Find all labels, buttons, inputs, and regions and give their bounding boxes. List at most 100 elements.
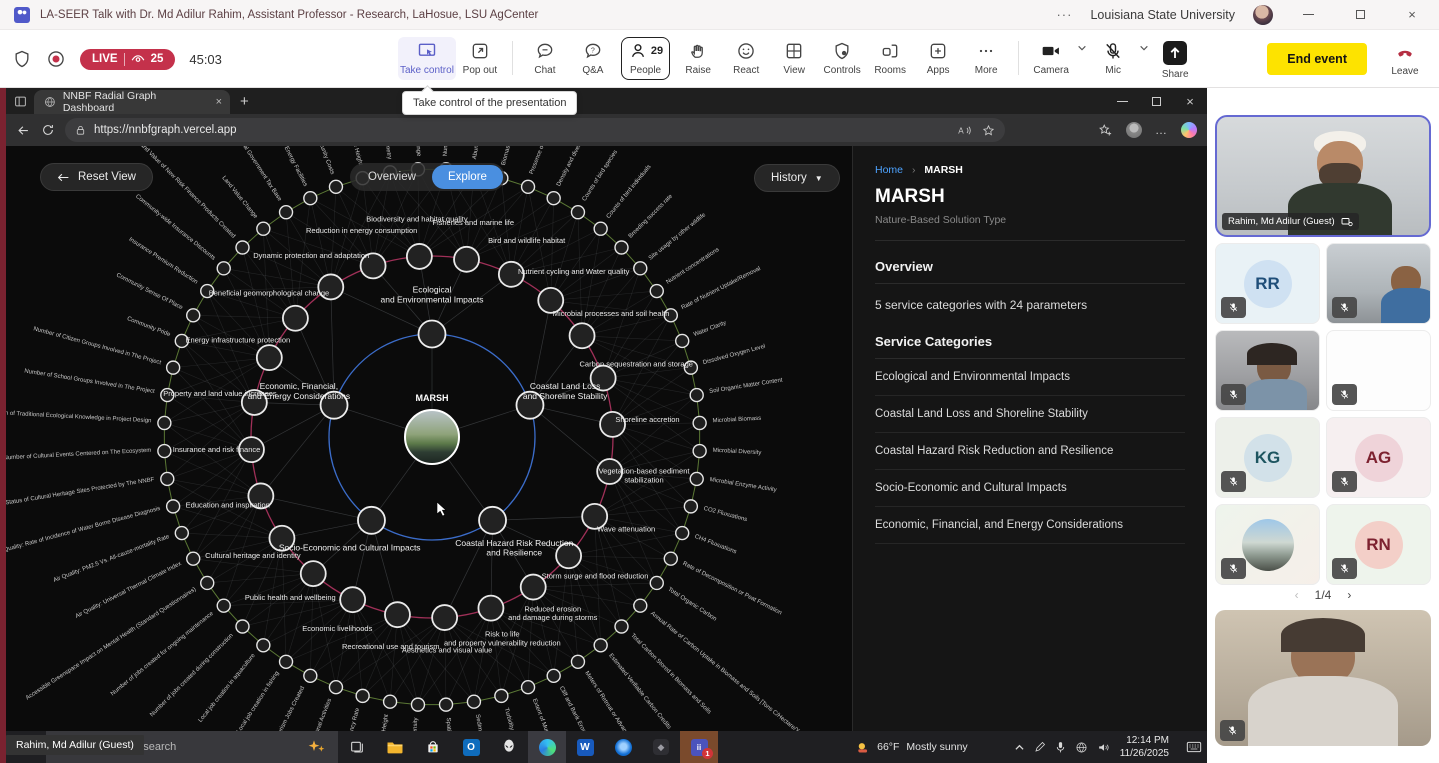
tray-chevron-icon[interactable] [1014, 743, 1025, 752]
clock-time: 12:14 PM [1120, 734, 1169, 748]
pager-next-icon[interactable]: › [1347, 588, 1351, 602]
reset-view-button[interactable]: Reset View [40, 163, 153, 191]
pen-icon[interactable] [1034, 741, 1046, 753]
active-speaker-tile[interactable]: Rahim, Md Adilur (Guest) [1215, 115, 1431, 237]
explore-tab[interactable]: Explore [432, 165, 503, 189]
svg-text:A: A [958, 126, 964, 135]
presenter-name-toast: Rahim, Md Adilur (Guest) [6, 735, 144, 755]
leave-button[interactable]: Leave [1381, 38, 1429, 81]
dark-app-icon[interactable]: ◆ [642, 731, 680, 763]
participant-video-tile[interactable] [1215, 330, 1320, 411]
tab-actions-icon[interactable] [6, 95, 34, 108]
favorites-bar-icon[interactable] [1098, 123, 1113, 138]
participant-video-tile[interactable] [1326, 243, 1431, 324]
recording-icon[interactable] [46, 49, 66, 69]
svg-text:Reduced erosionand damage duri: Reduced erosionand damage during storms [508, 605, 597, 623]
touch-keyboard-icon[interactable] [1181, 731, 1207, 763]
participant-tile[interactable] [1326, 330, 1431, 411]
participant-initials: KG [1244, 434, 1292, 482]
browser-tab[interactable]: NNBF Radial Graph Dashboard × [34, 90, 230, 114]
refresh-icon[interactable] [41, 123, 55, 137]
pager-prev-icon[interactable]: ‹ [1295, 588, 1299, 602]
new-tab-button[interactable]: + [240, 93, 249, 110]
user-avatar[interactable] [1253, 5, 1273, 25]
mouse-cursor [437, 502, 446, 516]
radial-graph-canvas[interactable]: Reset View Overview Explore History ▼ Nu… [6, 146, 852, 731]
svg-text:Microbial Enzyme Activity: Microbial Enzyme Activity [709, 477, 777, 494]
svg-text:Nearshore Bathymetry Change: Nearshore Bathymetry Change [411, 146, 421, 157]
history-button[interactable]: History ▼ [754, 164, 840, 192]
outlook-icon[interactable]: O [452, 731, 490, 763]
copilot-icon[interactable] [1181, 122, 1197, 138]
raise-hand-button[interactable]: Raise [674, 37, 722, 80]
category-item[interactable]: Economic, Financial, and Energy Consider… [875, 507, 1185, 544]
address-bar[interactable]: https://nnbfgraph.vercel.app A [65, 118, 1005, 142]
category-item[interactable]: Coastal Land Loss and Shoreline Stabilit… [875, 396, 1185, 433]
overview-tab[interactable]: Overview [352, 165, 432, 189]
svg-text:Coastal Land Lossand Shoreline: Coastal Land Lossand Shoreline Stability [523, 381, 608, 401]
rooms-button[interactable]: Rooms [866, 37, 914, 80]
panel-subtitle: Nature-Based Solution Type [875, 214, 1185, 241]
qa-button[interactable]: ? Q&A [569, 37, 617, 80]
view-button[interactable]: View [770, 37, 818, 80]
camera-chevron-icon[interactable] [1077, 43, 1087, 53]
svg-text:Inclusion of Traditional Ecolo: Inclusion of Traditional Ecological Know… [6, 410, 152, 425]
bottom-video-tile[interactable] [1215, 610, 1431, 746]
url-text: https://nnbfgraph.vercel.app [94, 124, 237, 136]
browser-close-button[interactable]: × [1173, 89, 1207, 113]
restore-button[interactable] [1343, 3, 1377, 27]
category-item[interactable]: Ecological and Environmental Impacts [875, 359, 1185, 396]
minimize-button[interactable] [1291, 3, 1325, 27]
tray-mic-icon[interactable] [1055, 741, 1066, 754]
participant-avatar-tile[interactable] [1215, 504, 1320, 585]
titlebar-more-icon[interactable]: ··· [1056, 7, 1072, 22]
edge-icon[interactable] [528, 731, 566, 763]
weather-widget[interactable]: 66°F Mostly sunny [855, 740, 968, 755]
controls-button[interactable]: Controls [818, 37, 866, 80]
participant-tile[interactable]: RN [1326, 504, 1431, 585]
chat-button[interactable]: Chat [521, 37, 569, 80]
browser-more-icon[interactable]: … [1155, 123, 1168, 137]
browser-restore-button[interactable] [1139, 89, 1173, 113]
mic-button[interactable]: Mic [1089, 37, 1137, 80]
svg-text:Dynamic protection and adaptat: Dynamic protection and adaptation [253, 251, 369, 260]
participant-grid: RR KG AG RN [1215, 243, 1431, 585]
share-button[interactable]: Share [1151, 37, 1199, 84]
take-control-button[interactable]: Take control [398, 37, 456, 80]
participant-tile[interactable]: KG [1215, 417, 1320, 498]
webex-icon[interactable] [604, 731, 642, 763]
volume-icon[interactable] [1097, 741, 1110, 754]
meeting-title: LA-SEER Talk with Dr. Md Adilur Rahim, A… [40, 9, 538, 21]
end-event-button[interactable]: End event [1267, 43, 1367, 75]
back-icon[interactable] [16, 123, 31, 138]
taskbar-clock[interactable]: 12:14 PM 11/26/2025 [1120, 734, 1169, 761]
participant-tile[interactable]: RR [1215, 243, 1320, 324]
people-button[interactable]: 29 People [621, 37, 670, 80]
ms-store-icon[interactable] [414, 731, 452, 763]
read-aloud-icon[interactable]: A [957, 124, 972, 137]
svg-text:Community Sense Of Place: Community Sense Of Place [115, 272, 184, 311]
camera-button[interactable]: Camera [1027, 37, 1075, 80]
category-item[interactable]: Socio-Economic and Cultural Impacts [875, 470, 1185, 507]
browser-minimize-button[interactable] [1105, 89, 1139, 113]
word-icon[interactable]: W [566, 731, 604, 763]
react-button[interactable]: React [722, 37, 770, 80]
mic-chevron-icon[interactable] [1139, 43, 1149, 53]
tab-close-icon[interactable]: × [216, 96, 222, 108]
breadcrumb-home-link[interactable]: Home [875, 164, 903, 176]
more-button[interactable]: More [962, 37, 1010, 80]
network-icon[interactable] [1075, 741, 1088, 754]
task-view-button[interactable] [338, 731, 376, 763]
teams-taskbar-icon[interactable]: ii 1 [680, 731, 718, 763]
category-item[interactable]: Coastal Hazard Risk Reduction and Resili… [875, 433, 1185, 470]
security-shield-icon[interactable] [12, 49, 32, 69]
apps-button[interactable]: Apps [914, 37, 962, 80]
file-explorer-icon[interactable] [376, 731, 414, 763]
participant-tile[interactable]: AG [1326, 417, 1431, 498]
alienware-icon[interactable] [490, 731, 528, 763]
pop-out-button[interactable]: Pop out [456, 37, 504, 80]
favorite-star-icon[interactable] [982, 124, 995, 137]
chat-icon [535, 41, 555, 61]
browser-profile-avatar[interactable] [1126, 122, 1142, 138]
close-button[interactable]: × [1395, 3, 1429, 27]
